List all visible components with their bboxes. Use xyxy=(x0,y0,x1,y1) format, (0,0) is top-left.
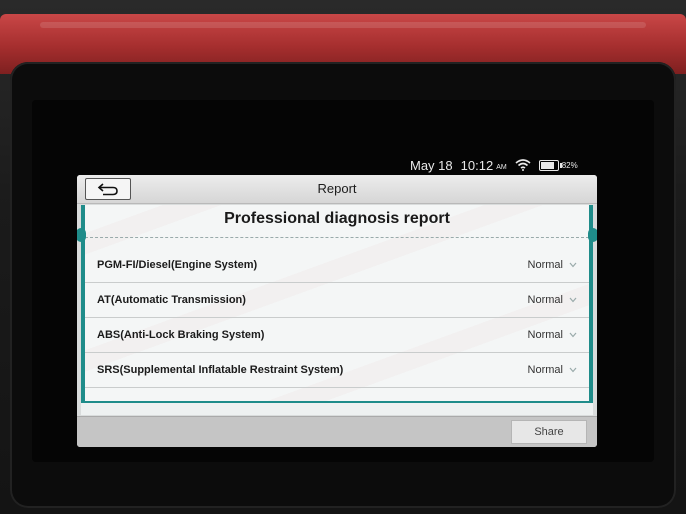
share-button[interactable]: Share xyxy=(511,420,587,444)
wifi-icon xyxy=(515,159,531,171)
page-title: Report xyxy=(317,181,357,196)
system-row[interactable]: PGM-FI/Diesel(Engine System) Normal xyxy=(85,248,589,283)
system-name: ABS(Anti-Lock Braking System) xyxy=(97,329,265,341)
status-date: May 18 xyxy=(410,157,453,173)
status-time: 10:12 xyxy=(460,157,494,173)
card-edge-notch xyxy=(77,228,86,242)
app-window: Report Professional diagnosis report PGM… xyxy=(77,175,597,447)
battery-percent: 82% xyxy=(561,160,578,170)
title-bar: Report xyxy=(77,175,597,204)
system-row[interactable]: SRS(Supplemental Inflatable Restraint Sy… xyxy=(85,353,589,388)
system-name: PGM-FI/Diesel(Engine System) xyxy=(97,259,258,271)
report-card: Professional diagnosis report PGM-FI/Die… xyxy=(77,205,597,405)
system-status: Normal xyxy=(527,364,563,376)
chevron-down-icon xyxy=(569,297,577,303)
chevron-down-icon xyxy=(569,367,577,373)
system-name: AT(Automatic Transmission) xyxy=(97,294,246,306)
system-list: PGM-FI/Diesel(Engine System) Normal AT(A… xyxy=(85,248,589,388)
system-status: Normal xyxy=(527,329,563,341)
report-heading: Professional diagnosis report xyxy=(85,205,589,238)
system-status: Normal xyxy=(527,294,563,306)
system-row[interactable]: AT(Automatic Transmission) Normal xyxy=(85,283,589,318)
next-report-card xyxy=(81,403,593,415)
status-bar: May 18 10:12 AM 82% xyxy=(410,156,600,174)
status-ampm: AM xyxy=(496,163,507,171)
footer-bar: Share xyxy=(77,416,597,447)
system-row[interactable]: ABS(Anti-Lock Braking System) Normal xyxy=(85,318,589,353)
chevron-down-icon xyxy=(569,262,577,268)
battery-icon xyxy=(538,159,562,171)
system-name: SRS(Supplemental Inflatable Restraint Sy… xyxy=(97,364,344,376)
chevron-down-icon xyxy=(569,332,577,338)
battery-indicator: 82% xyxy=(538,159,578,171)
system-status: Normal xyxy=(527,259,563,271)
card-edge-notch xyxy=(588,228,597,242)
